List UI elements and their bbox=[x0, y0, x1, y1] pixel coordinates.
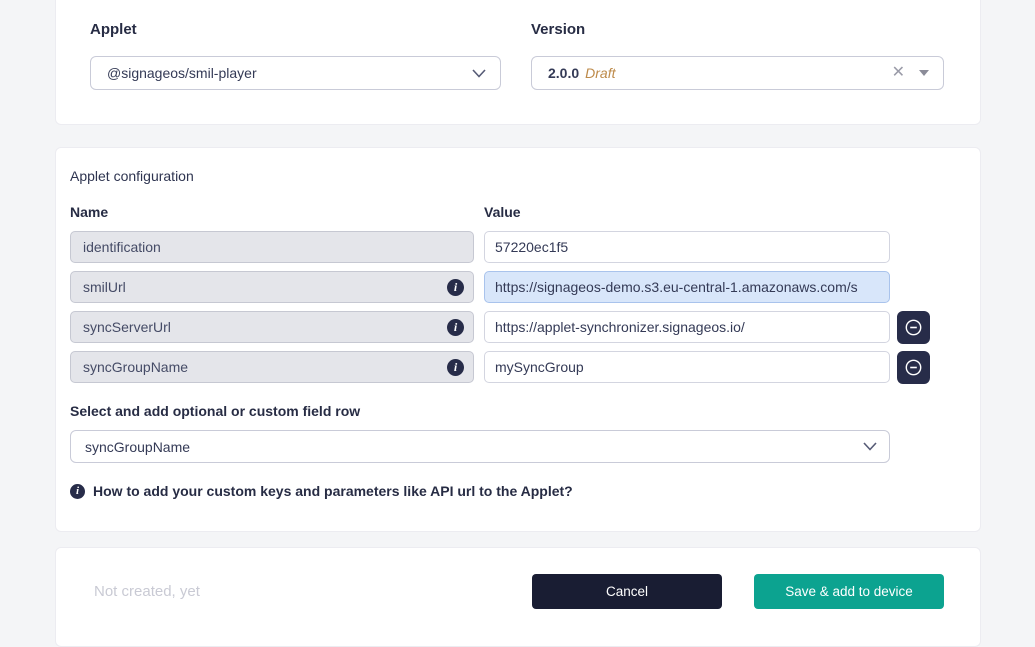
applet-version-card: Applet @signageos/smil-player Version 2.… bbox=[55, 0, 981, 125]
circled-minus-icon bbox=[905, 319, 922, 336]
applet-select[interactable]: @signageos/smil-player bbox=[90, 56, 501, 90]
remove-row-button[interactable] bbox=[897, 311, 930, 344]
config-row-syncgroupname: syncGroupName i bbox=[70, 351, 944, 383]
value-column-header: Value bbox=[484, 204, 521, 220]
circled-minus-icon bbox=[905, 359, 922, 376]
chevron-down-icon bbox=[472, 69, 486, 78]
name-field-identification: identification bbox=[70, 231, 474, 263]
version-draft-badge: Draft bbox=[585, 65, 615, 81]
info-icon: i bbox=[70, 484, 85, 499]
add-field-row-select-value: syncGroupName bbox=[85, 439, 863, 455]
version-select[interactable]: 2.0.0 Draft ✕ bbox=[531, 56, 944, 90]
name-field-smilurl: smilUrl i bbox=[70, 271, 474, 303]
add-field-row-label: Select and add optional or custom field … bbox=[70, 403, 944, 419]
help-link[interactable]: i How to add your custom keys and parame… bbox=[70, 483, 944, 500]
chevron-down-icon bbox=[863, 442, 877, 451]
value-input-syncserverurl[interactable] bbox=[484, 311, 890, 343]
add-field-row-select[interactable]: syncGroupName bbox=[70, 430, 890, 463]
clear-icon[interactable]: ✕ bbox=[892, 65, 905, 81]
name-field-syncserverurl: syncServerUrl i bbox=[70, 311, 474, 343]
name-column-header: Name bbox=[70, 204, 484, 220]
info-icon[interactable]: i bbox=[447, 359, 464, 376]
help-link-text: How to add your custom keys and paramete… bbox=[93, 483, 573, 500]
status-text: Not created, yet bbox=[94, 574, 532, 609]
applet-label: Applet bbox=[90, 21, 501, 39]
cancel-button[interactable]: Cancel bbox=[532, 574, 722, 609]
footer-actions-card: Not created, yet Cancel Save & add to de… bbox=[55, 547, 981, 647]
config-row-syncserverurl: syncServerUrl i bbox=[70, 311, 944, 343]
value-input-identification[interactable] bbox=[484, 231, 890, 263]
save-add-to-device-button[interactable]: Save & add to device bbox=[754, 574, 944, 609]
name-field-syncgroupname: syncGroupName i bbox=[70, 351, 474, 383]
applet-select-value: @signageos/smil-player bbox=[107, 65, 472, 81]
version-label: Version bbox=[531, 21, 944, 39]
applet-configuration-card: Applet configuration Name Value identifi… bbox=[55, 147, 981, 532]
version-select-value: 2.0.0 bbox=[548, 65, 579, 81]
info-icon[interactable]: i bbox=[447, 319, 464, 336]
caret-down-icon[interactable] bbox=[919, 70, 929, 76]
config-row-identification: identification bbox=[70, 231, 944, 263]
value-input-syncgroupname[interactable] bbox=[484, 351, 890, 383]
config-section-title: Applet configuration bbox=[70, 168, 944, 185]
value-input-smilurl[interactable] bbox=[484, 271, 890, 303]
info-icon[interactable]: i bbox=[447, 279, 464, 296]
config-row-smilurl: smilUrl i bbox=[70, 271, 944, 303]
remove-row-button[interactable] bbox=[897, 351, 930, 384]
